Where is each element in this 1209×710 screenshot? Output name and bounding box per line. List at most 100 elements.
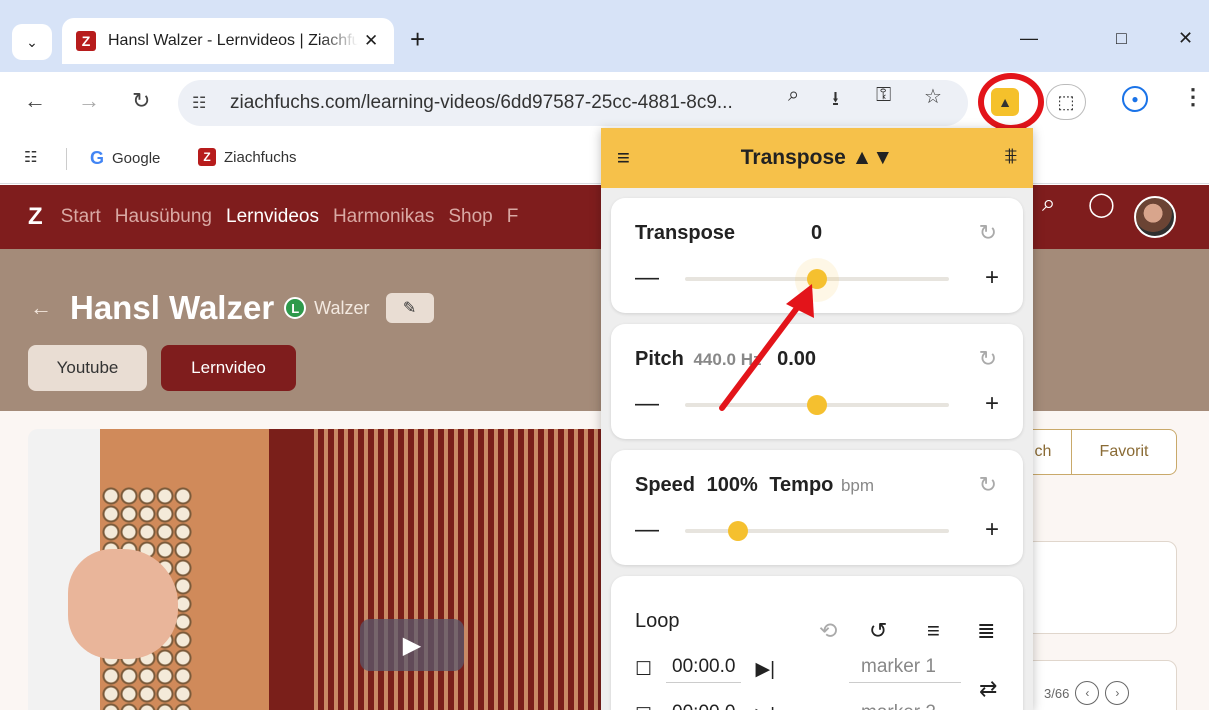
transpose-reset-icon[interactable]: ↻ [979,220,997,246]
tab-title: Hansl Walzer - Lernvideos | Ziachfuchs [108,32,358,49]
more-menu-icon[interactable]: ⋮ [1182,84,1204,110]
transpose-card: Transpose 0 ↻ — + [611,198,1023,313]
replay-icon[interactable]: ↺ [869,618,887,644]
speed-label: Speed [635,474,696,496]
profile-icon[interactable]: ● [1122,86,1148,112]
popup-header: ≡ Transpose ▲▼ ⩨ [601,128,1033,188]
speed-card: Speed 100% Tempo bpm ↻ — + [611,450,1023,565]
tempo-unit: bpm [840,476,875,495]
youtube-button[interactable]: Youtube [28,345,147,391]
reload-icon[interactable]: ↻ [132,88,150,114]
password-key-icon[interactable]: ⚿ [876,84,891,107]
next-page-icon[interactable]: › [1105,681,1130,705]
popup-title: Transpose ▲▼ [740,146,894,169]
url-text: ziachfuchs.com/learning-videos/6dd97587-… [230,92,733,113]
close-window-icon[interactable]: ✕ [1178,28,1193,49]
favorit-button[interactable]: Favorit [1071,429,1177,475]
pitch-slider[interactable]: — + [635,390,999,420]
lernvideo-button[interactable]: Lernvideo [161,345,296,391]
loop-time-2[interactable]: 00:00.0 [666,702,741,710]
marker-input-1[interactable]: marker 1 [849,656,961,683]
speed-track[interactable] [685,529,949,533]
add-marker-list-icon[interactable]: ≣ [977,618,995,644]
transpose-slider[interactable]: — + [635,258,999,302]
back-arrow-icon[interactable]: ← [24,88,46,114]
pitch-label: Pitch [635,348,684,370]
pitch-value: 0.00 [777,348,817,370]
tab-search-menu[interactable]: ⌄ [12,24,52,60]
edit-pencil-icon[interactable]: ✎ [385,293,434,323]
notes-box[interactable] [1024,541,1177,634]
user-avatar[interactable] [1134,196,1176,238]
bookmark-google[interactable]: G Google [90,148,160,169]
bookmark-star-icon[interactable]: ☆ [924,84,942,109]
speed-thumb[interactable] [727,521,748,541]
site-info-icon[interactable]: ☷ [192,93,216,113]
pitch-plus[interactable]: + [985,390,999,418]
extensions-puzzle-icon[interactable]: ⬚ [1046,84,1086,120]
jump-icon[interactable]: ▶| [755,704,775,710]
hand-image [68,549,178,659]
ziachfuchs-icon: Z [198,148,216,166]
forward-arrow-icon[interactable]: → [78,88,100,114]
swap-icon[interactable]: ⇄ [979,676,997,702]
loop-label: Loop [635,610,680,632]
apps-grid-icon[interactable]: ☷ [24,148,37,166]
new-tab-plus-icon[interactable]: + [410,26,425,52]
bookmark-ziachfuchs[interactable]: Z Ziachfuchs [198,148,297,166]
pitch-minus[interactable]: — [635,390,659,418]
minimize-icon[interactable]: — [1020,28,1038,49]
nav-shop[interactable]: Shop [448,206,492,228]
pitch-reset-icon[interactable]: ↻ [979,346,997,372]
transpose-plus[interactable]: + [985,264,999,292]
bookmark-divider [66,148,67,170]
transpose-thumb[interactable] [807,269,827,289]
play-button[interactable]: ▶ [360,619,464,671]
install-app-icon[interactable]: ⭳ [832,84,839,118]
back-arrow-icon[interactable]: ← [30,295,52,321]
bookmark-icon[interactable]: ☐ [635,658,652,681]
zoom-icon[interactable]: ⌕ [788,84,799,107]
sort-lines-icon[interactable]: ≡ [927,618,940,644]
nav-more[interactable]: F [507,206,519,228]
loop-time-1[interactable]: 00:00.0 [666,656,742,683]
loop-row-1: ☐ 00:00.0 ▶| marker 1 [635,656,961,683]
nav-hausuebung[interactable]: Hausübung [115,206,212,228]
site-logo[interactable]: Z [28,203,43,231]
search-icon[interactable]: ⌕ [1042,190,1055,218]
chat-icon[interactable]: ◯ [1088,190,1115,219]
active-tab[interactable]: Z Hansl Walzer - Lernvideos | Ziachfuchs… [62,18,394,64]
video-player[interactable]: ▶ [28,429,630,710]
tempo-label: Tempo [769,474,834,496]
play-icon: ▶ [402,631,422,659]
nav-harmonikas[interactable]: Harmonikas [333,206,434,228]
marker-input-2[interactable]: marker 2 [849,702,961,710]
song-title: Hansl Walzer [70,289,275,326]
close-tab-icon[interactable]: ✕ [364,31,378,51]
pager: 3/66 ‹ › [1044,681,1130,705]
bookmark-google-label: Google [112,150,161,167]
loop-toggle-icon[interactable]: ⟲ [819,618,837,644]
red-highlight-circle [978,73,1044,131]
browser-tabbar: ⌄ Z Hansl Walzer - Lernvideos | Ziachfuc… [0,0,1209,72]
bookmark-icon[interactable]: ☐ [635,704,652,710]
song-title-row: ← Hansl Walzer L Walzer ✎ [30,289,434,327]
genre-label: Walzer [314,297,370,318]
chevron-down-icon: ⌄ [26,33,38,50]
speed-label-row: Speed 100% Tempo bpm [635,474,874,497]
nav-start[interactable]: Start [61,206,101,228]
prev-page-icon[interactable]: ‹ [1075,681,1100,705]
transpose-minus[interactable]: — [635,264,659,292]
speed-reset-icon[interactable]: ↻ [979,472,997,498]
pager-count: 3/66 [1044,685,1070,701]
speed-plus[interactable]: + [985,516,999,544]
speed-minus[interactable]: — [635,516,659,544]
nav-lernvideos[interactable]: Lernvideos [226,206,319,228]
maximize-icon[interactable]: □ [1116,28,1127,49]
jump-icon[interactable]: ▶| [755,658,775,681]
pitch-thumb[interactable] [807,395,827,415]
loop-card: Loop ⟲ ↺ ≡ ≣ ☐ 00:00.0 ▶| marker 1 ⇄ ☐ 0… [611,576,1023,710]
settings-sliders-icon[interactable]: ⩨ [1005,143,1017,169]
address-bar[interactable]: ☷ ziachfuchs.com/learning-videos/6dd9758… [178,80,968,126]
speed-slider[interactable]: — + [635,516,999,546]
